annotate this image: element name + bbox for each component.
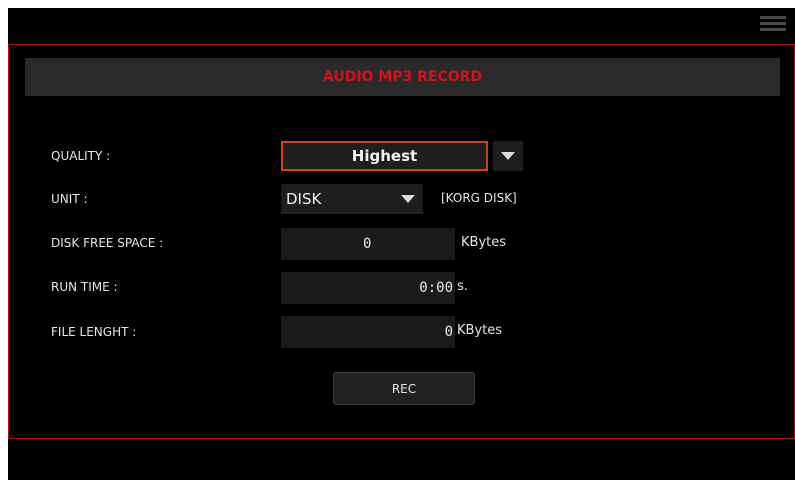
rec-button[interactable]: REC: [333, 372, 475, 405]
disk-free-space-unit: KBytes: [461, 235, 507, 250]
screen: AUDIO MP3 RECORD QUALITY : Highest UNIT …: [8, 8, 795, 480]
record-panel: AUDIO MP3 RECORD QUALITY : Highest UNIT …: [8, 44, 795, 439]
disk-free-space-label: DISK FREE SPACE :: [51, 236, 164, 250]
file-length-label: FILE LENGHT :: [51, 325, 137, 339]
unit-select[interactable]: DISK: [281, 184, 393, 214]
menu-icon[interactable]: [760, 16, 786, 34]
quality-dropdown-button[interactable]: [493, 141, 523, 171]
chevron-down-icon: [501, 152, 515, 160]
unit-device-label: [KORG DISK]: [441, 191, 517, 205]
title-bar: AUDIO MP3 RECORD: [25, 58, 780, 96]
disk-free-space-value: 0: [281, 228, 455, 260]
top-bar: [8, 8, 795, 44]
run-time-value: 0:00: [281, 272, 455, 304]
quality-label: QUALITY :: [51, 149, 111, 163]
run-time-label: RUN TIME :: [51, 280, 118, 294]
unit-label: UNIT :: [51, 192, 88, 206]
file-length-value: 0: [281, 316, 455, 348]
unit-dropdown-button[interactable]: [393, 184, 423, 214]
run-time-unit: s.: [457, 279, 468, 294]
quality-select[interactable]: Highest: [281, 141, 488, 171]
chevron-down-icon: [401, 195, 415, 203]
page-title: AUDIO MP3 RECORD: [322, 69, 483, 85]
file-length-unit: KBytes: [457, 323, 503, 338]
